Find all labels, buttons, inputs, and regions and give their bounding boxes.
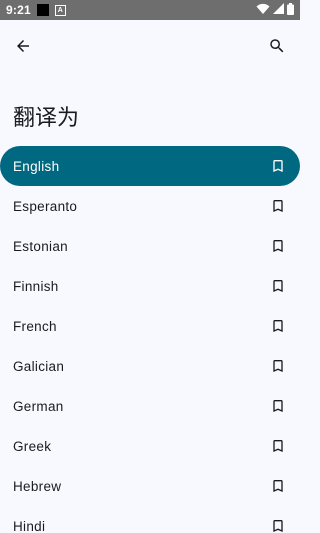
search-icon (268, 37, 286, 60)
bookmark-icon[interactable] (270, 398, 286, 414)
language-item-hindi[interactable]: Hindi (0, 506, 300, 533)
language-label: Finnish (13, 278, 59, 294)
arrow-back-icon (14, 37, 32, 60)
status-time: 9:21 (6, 3, 31, 17)
battery-icon (287, 2, 294, 18)
bookmark-icon[interactable] (270, 278, 286, 294)
notification-badge: A (54, 4, 66, 16)
bookmark-icon[interactable] (270, 518, 286, 533)
search-button[interactable] (263, 34, 291, 62)
language-item-hebrew[interactable]: Hebrew (0, 466, 300, 506)
language-list: English Esperanto Estonian Finnish Frenc… (0, 146, 300, 533)
language-item-german[interactable]: German (0, 386, 300, 426)
bookmark-icon[interactable] (270, 358, 286, 374)
language-item-french[interactable]: French (0, 306, 300, 346)
language-item-galician[interactable]: Galician (0, 346, 300, 386)
app-bar (0, 20, 300, 76)
language-item-estonian[interactable]: Estonian (0, 226, 300, 266)
language-item-finnish[interactable]: Finnish (0, 266, 300, 306)
language-label: German (13, 398, 64, 414)
language-label: Hindi (13, 518, 46, 533)
bookmark-icon[interactable] (270, 238, 286, 254)
notification-icon (36, 4, 49, 16)
page-title: 翻译为 (13, 106, 80, 131)
bookmark-icon[interactable] (270, 158, 286, 174)
status-bar: 9:21 A (0, 0, 300, 20)
language-label: Hebrew (13, 478, 62, 494)
bookmark-icon[interactable] (270, 438, 286, 454)
language-label: Estonian (13, 238, 68, 254)
bookmark-icon[interactable] (270, 478, 286, 494)
signal-icon (273, 3, 284, 17)
wifi-icon (256, 3, 270, 18)
language-label: Esperanto (13, 198, 78, 214)
bookmark-icon[interactable] (270, 318, 286, 334)
language-item-english[interactable]: English (0, 146, 300, 186)
language-item-greek[interactable]: Greek (0, 426, 300, 466)
bookmark-icon[interactable] (270, 198, 286, 214)
language-label: French (13, 318, 57, 334)
back-button[interactable] (9, 34, 37, 62)
language-label: Galician (13, 358, 65, 374)
language-label: Greek (13, 438, 52, 454)
language-item-esperanto[interactable]: Esperanto (0, 186, 300, 226)
language-label: English (13, 158, 60, 174)
